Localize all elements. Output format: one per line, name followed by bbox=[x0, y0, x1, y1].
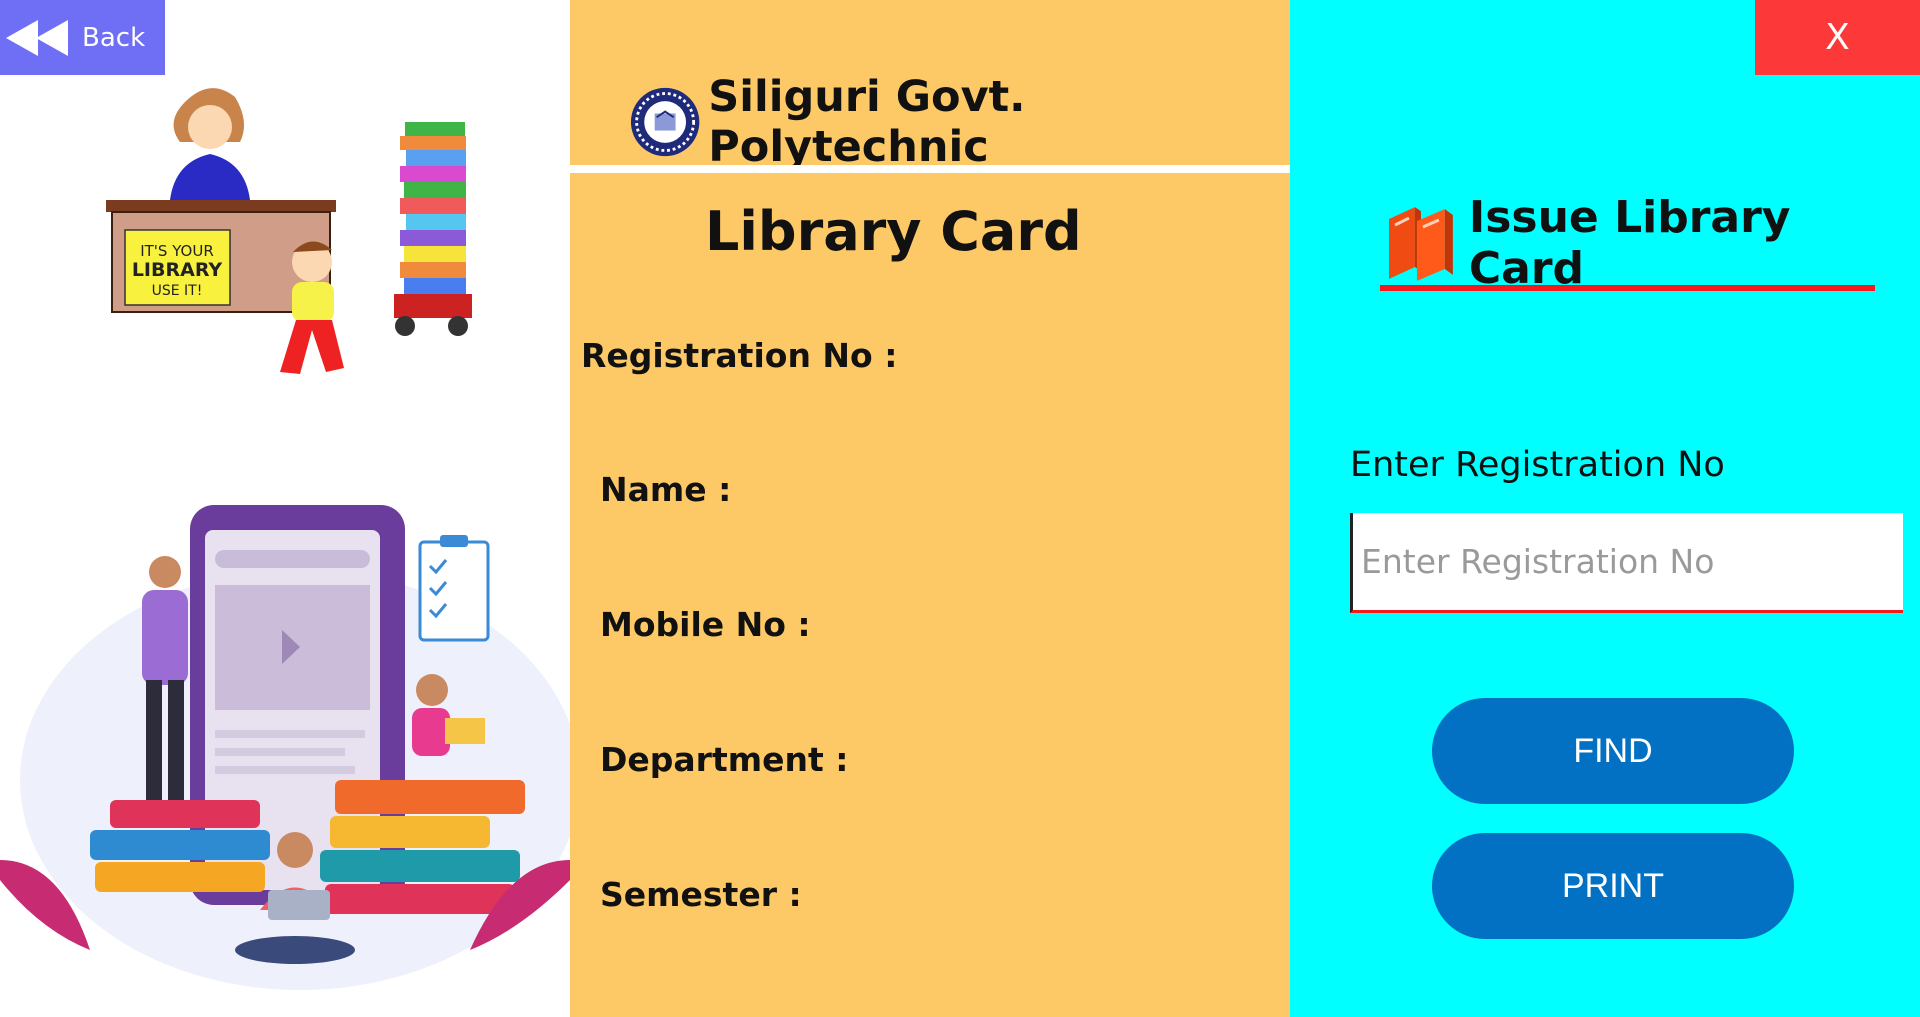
print-button[interactable]: PRINT bbox=[1432, 833, 1794, 939]
name-label: Name : bbox=[600, 470, 732, 509]
rewind-icon bbox=[6, 19, 68, 56]
svg-text:USE IT!: USE IT! bbox=[152, 283, 203, 299]
online-library-illustration bbox=[0, 505, 570, 990]
college-logo-icon bbox=[630, 87, 700, 157]
back-button[interactable]: Back bbox=[0, 0, 165, 75]
find-button[interactable]: FIND bbox=[1432, 698, 1794, 804]
issue-title: Issue Library Card bbox=[1468, 192, 1791, 294]
left-panel: Back IT'S YOUR LIBRARY USE IT! bbox=[0, 0, 570, 1017]
svg-text:IT'S YOUR: IT'S YOUR bbox=[140, 242, 214, 260]
semester-label: Semester : bbox=[600, 875, 802, 914]
header-divider bbox=[570, 165, 1290, 173]
library-card-panel: Siliguri Govt. Polytechnic Library Card … bbox=[570, 0, 1290, 1017]
department-label: Department : bbox=[600, 740, 849, 779]
svg-text:LIBRARY: LIBRARY bbox=[132, 259, 223, 281]
mobile-label: Mobile No : bbox=[600, 605, 811, 644]
card-title: Library Card bbox=[705, 200, 1082, 263]
issue-header: Issue Library Card bbox=[1385, 192, 1920, 294]
library-desk-illustration: IT'S YOUR LIBRARY USE IT! bbox=[106, 88, 472, 374]
registration-label: Registration No : bbox=[581, 336, 898, 375]
back-label: Back bbox=[82, 22, 146, 53]
registration-input[interactable] bbox=[1350, 513, 1903, 613]
college-name: Siliguri Govt. Polytechnic bbox=[708, 72, 1026, 172]
books-icon bbox=[1388, 207, 1453, 281]
college-header: Siliguri Govt. Polytechnic bbox=[630, 72, 1290, 172]
issue-panel: X Issue Library Card Enter Registration … bbox=[1290, 0, 1920, 1017]
issue-underline bbox=[1380, 285, 1875, 291]
close-button[interactable]: X bbox=[1755, 0, 1920, 75]
registration-input-label: Enter Registration No bbox=[1350, 445, 1725, 485]
